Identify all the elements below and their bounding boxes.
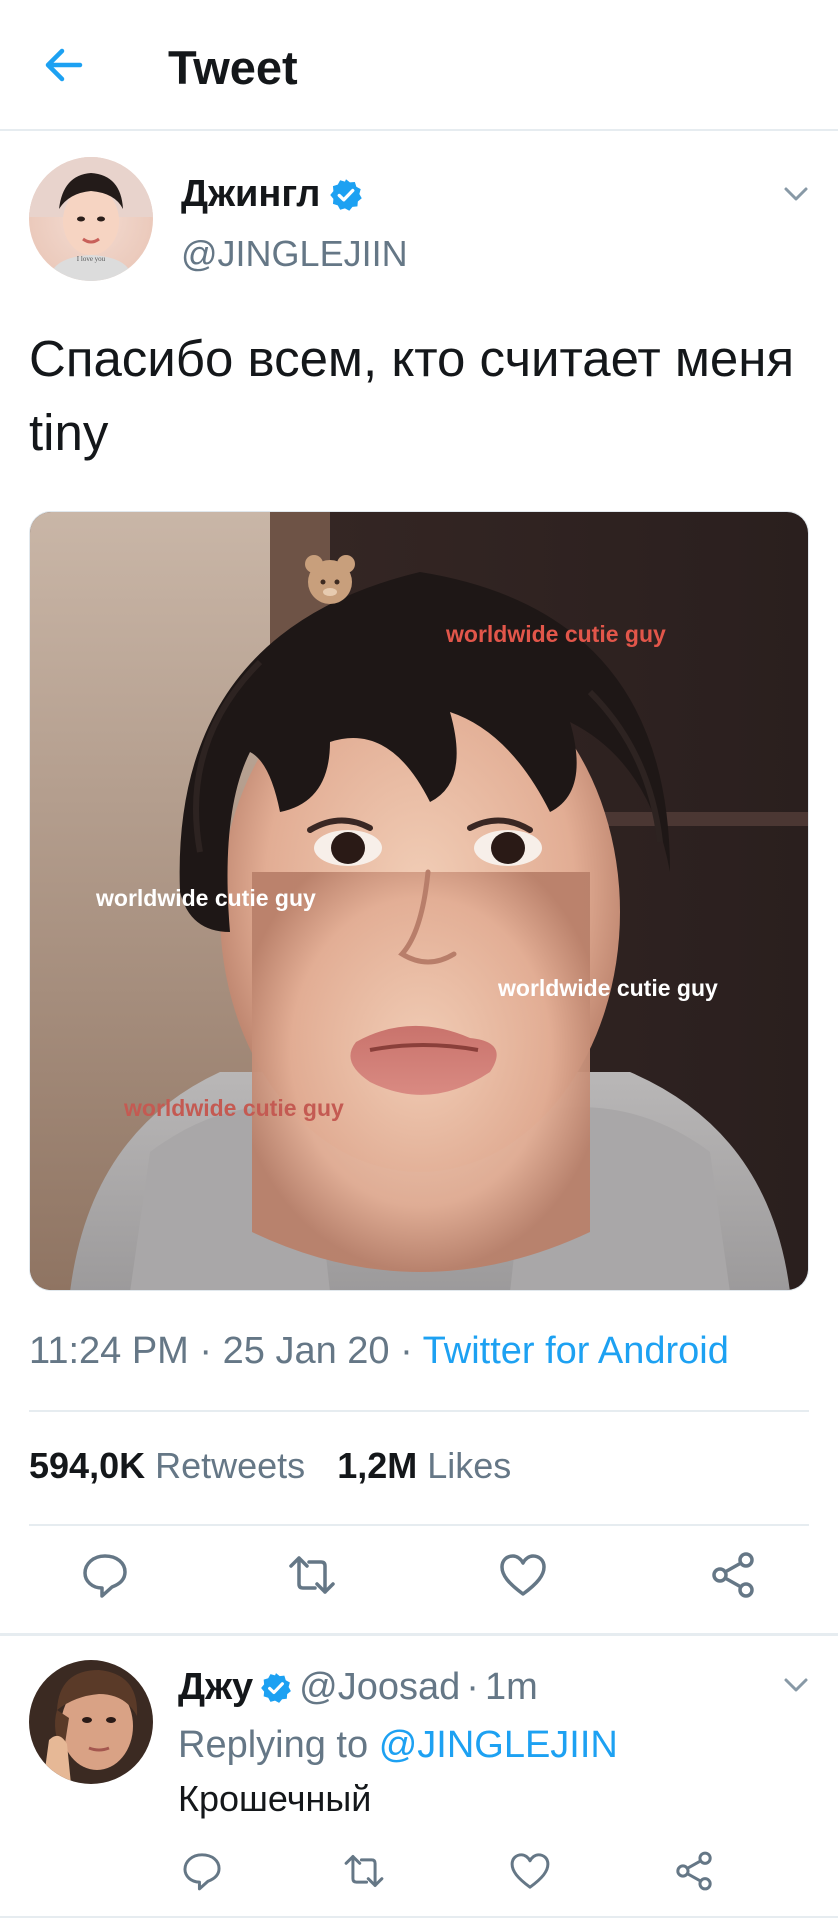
- page-title: Tweet: [168, 41, 298, 94]
- reply-text: Крошечный: [178, 1778, 372, 1819]
- reply-icon: [83, 1554, 127, 1598]
- photo: worldwide cutie guy worldwide cutie guy …: [30, 512, 808, 1290]
- meta-separator: ·: [400, 1330, 413, 1372]
- tweet-image[interactable]: worldwide cutie guy worldwide cutie guy …: [29, 511, 809, 1291]
- back-button[interactable]: [38, 40, 88, 90]
- likes-label: Likes: [427, 1445, 512, 1486]
- reply-tweet[interactable]: Джу @Joosad · 1m Replying to @JINGLEJIIN…: [29, 1660, 819, 1910]
- author-name[interactable]: Джингл: [181, 173, 320, 216]
- author-handle[interactable]: @JINGLEJIIN: [181, 233, 408, 275]
- heart-icon: [500, 1554, 546, 1596]
- reply-like-button[interactable]: [507, 1848, 553, 1894]
- tweet-menu-button[interactable]: [781, 179, 811, 209]
- retweets-count: 594,0K: [29, 1445, 146, 1486]
- verified-badge-icon: [261, 1672, 292, 1703]
- reply-author-handle[interactable]: @Joosad: [299, 1666, 460, 1709]
- reply-retweet-button[interactable]: [341, 1848, 387, 1894]
- tweet-text: Спасибо всем, кто считает меня tiny: [29, 330, 795, 461]
- section-divider: [0, 1633, 838, 1636]
- author-avatar[interactable]: I love you: [29, 157, 153, 281]
- verified-badge-icon: [330, 178, 363, 211]
- heart-icon: [510, 1853, 550, 1889]
- reply-separator: ·: [466, 1666, 479, 1708]
- reply-header: Джу @Joosad · 1m: [178, 1666, 538, 1709]
- chevron-down-icon: [784, 1678, 808, 1692]
- divider: [0, 1916, 838, 1918]
- likes-stat[interactable]: 1,2M Likes: [337, 1445, 511, 1486]
- tweet-actions: [0, 1548, 838, 1608]
- overlay-text-4: worldwide cutie guy: [123, 1095, 344, 1121]
- reply-actions: [29, 1848, 819, 1898]
- reply-time: 1m: [484, 1666, 538, 1708]
- reply-share-button[interactable]: [671, 1848, 717, 1894]
- retweet-icon: [289, 1556, 335, 1594]
- retweet-button[interactable]: [285, 1548, 339, 1602]
- reply-icon: [183, 1853, 221, 1891]
- tweet-time: 11:24 PM: [29, 1330, 189, 1372]
- divider: [29, 1410, 809, 1412]
- tweet-timestamp: 11:24 PM · 25 Jan 20 · Twitter for Andro…: [29, 1330, 729, 1373]
- retweets-label: Retweets: [155, 1445, 306, 1486]
- tweet-stats: 594,0K Retweets 1,2M Likes: [29, 1445, 511, 1487]
- replying-to-mention[interactable]: @JINGLEJIIN: [379, 1724, 618, 1766]
- overlay-text-3: worldwide cutie guy: [497, 975, 718, 1001]
- retweets-stat[interactable]: 594,0K Retweets: [29, 1445, 305, 1486]
- share-icon: [676, 1851, 712, 1891]
- reply-reply-button[interactable]: [179, 1848, 225, 1894]
- author-name-row: Джингл: [181, 173, 364, 216]
- meta-separator: ·: [199, 1330, 213, 1372]
- reply-button[interactable]: [78, 1548, 132, 1602]
- replying-to-label: Replying to: [178, 1724, 369, 1766]
- reply-avatar[interactable]: [29, 1660, 153, 1784]
- top-bar: Tweet: [0, 0, 838, 131]
- retweet-icon: [344, 1855, 384, 1887]
- overlay-text-1: worldwide cutie guy: [445, 621, 666, 647]
- share-icon: [712, 1552, 754, 1598]
- reply-author-name[interactable]: Джу: [178, 1666, 253, 1709]
- share-button[interactable]: [706, 1548, 760, 1602]
- tweet-date: 25 Jan 20: [222, 1330, 390, 1372]
- reply-menu-button[interactable]: [781, 1670, 811, 1700]
- overlay-text-2: worldwide cutie guy: [95, 885, 316, 911]
- chevron-down-icon: [784, 187, 808, 201]
- like-button[interactable]: [496, 1548, 550, 1602]
- arrow-left-icon: [45, 48, 83, 82]
- tweet-author: I love you Джингл @JINGLEJIIN: [29, 157, 809, 282]
- replying-to: Replying to @JINGLEJIIN: [178, 1724, 618, 1767]
- avatar-caption: I love you: [77, 255, 106, 263]
- tweet-source-link[interactable]: Twitter for Android: [423, 1330, 729, 1372]
- likes-count: 1,2M: [337, 1445, 418, 1486]
- divider: [29, 1524, 809, 1526]
